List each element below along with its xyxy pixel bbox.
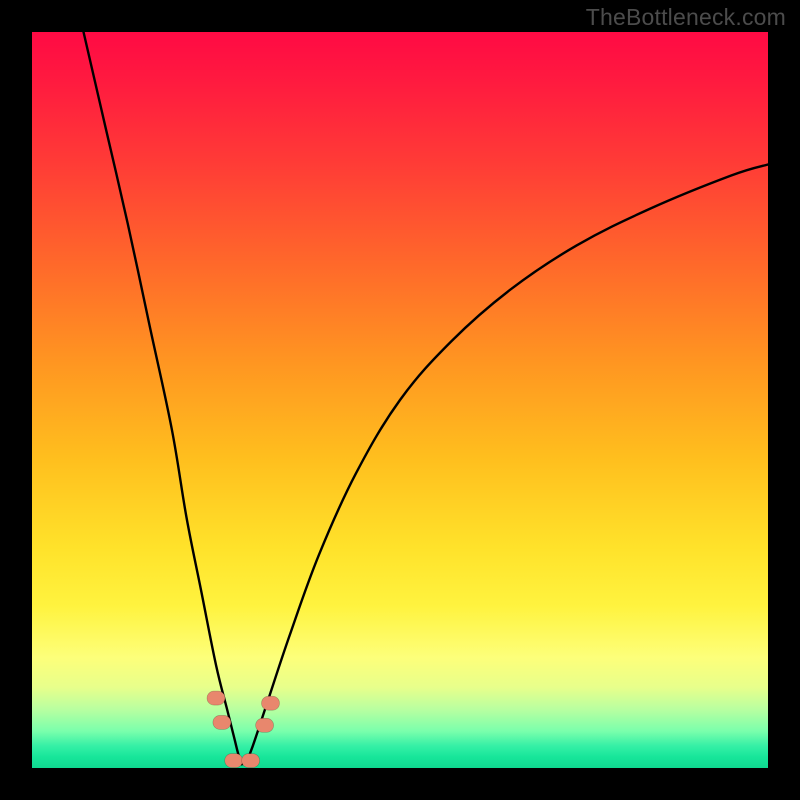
bottleneck-curve-left [84,32,242,764]
curves-layer [32,32,768,768]
threshold-marker [207,691,225,705]
threshold-marker [262,696,280,710]
bottleneck-curve-right [245,164,768,764]
plot-area [32,32,768,768]
threshold-marker [225,754,243,768]
threshold-marker [242,754,260,768]
watermark-label: TheBottleneck.com [586,4,786,31]
threshold-marker [256,718,274,732]
threshold-marker [213,715,231,729]
chart-frame: TheBottleneck.com [0,0,800,800]
threshold-markers [207,691,280,768]
